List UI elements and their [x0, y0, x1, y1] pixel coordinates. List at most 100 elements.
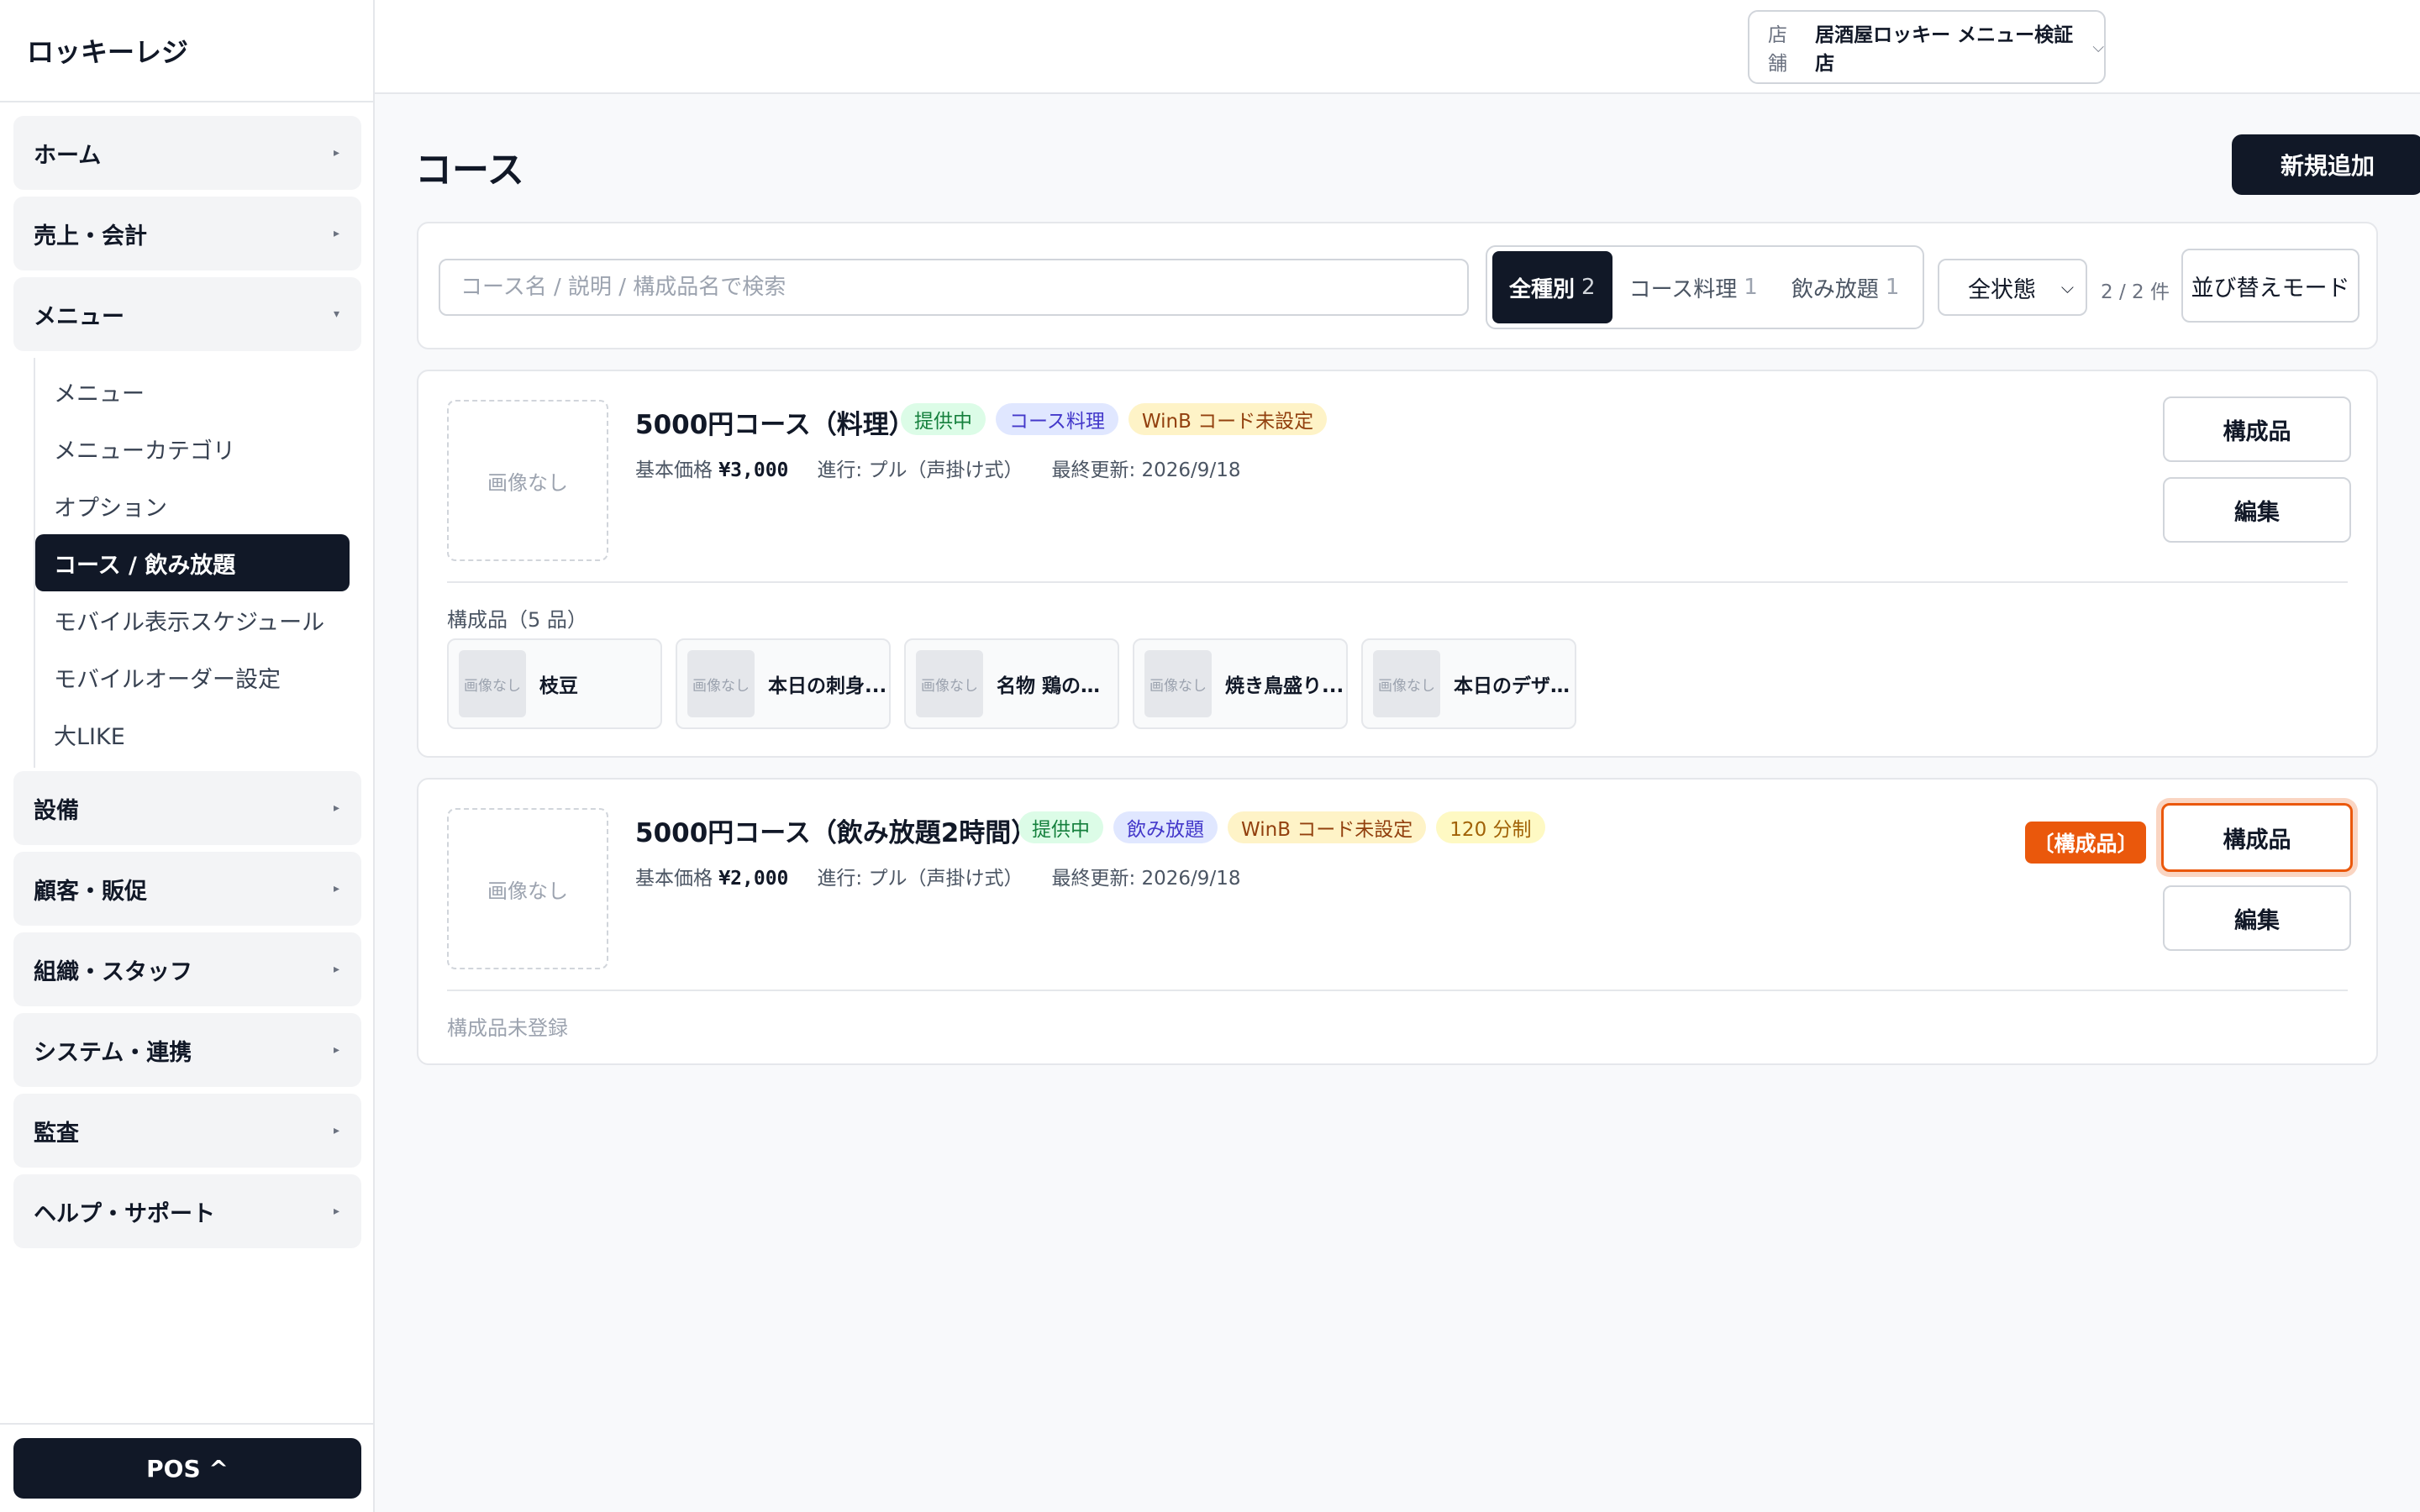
components-tag: 〔構成品〕: [2025, 822, 2146, 864]
sidebar-item-dai-like[interactable]: 大LIKE: [35, 706, 350, 763]
sidebar-group-equipment[interactable]: 設備 ▸: [13, 771, 361, 845]
updated-info: 最終更新: 2026/9/18: [1051, 868, 1241, 890]
pos-button[interactable]: POS ^: [13, 1438, 361, 1499]
chevron-right-icon: ▸: [333, 146, 339, 160]
sidebar-group-label: 売上・会計: [34, 223, 147, 249]
search-input[interactable]: [439, 259, 1469, 316]
result-count: 2 / 2 件: [2101, 281, 2170, 303]
course-image-placeholder: 画像なし: [447, 808, 608, 969]
price-label: 基本価格: [635, 868, 713, 890]
sidebar-submenu-menu: メニュー メニューカテゴリ オプション コース / 飲み放題 モバイル表示スケジ…: [34, 358, 361, 768]
course-card: 画像なし 5000円コース（飲み放題2時間） 提供中 飲み放題 WinB コード…: [417, 778, 2378, 1065]
segment-course-meal[interactable]: コース料理 1: [1612, 251, 1775, 323]
sidebar-group-label: メニュー: [34, 303, 124, 330]
components-button[interactable]: 構成品: [2163, 396, 2351, 462]
store-selector[interactable]: 店舗 居酒屋ロッキー メニュー検証店 ⌵: [1748, 10, 2106, 84]
edit-button[interactable]: 編集: [2163, 477, 2351, 543]
sidebar-group-home[interactable]: ホーム ▸: [13, 116, 361, 190]
sidebar-group-label: ホーム: [34, 142, 102, 169]
progress-info: 進行: プル（声掛け式）: [817, 459, 1023, 481]
type-badge: 飲み放題: [1113, 811, 1218, 843]
component-chip: 画像なし 本日の刺身...: [676, 638, 891, 729]
add-new-button[interactable]: 新規追加: [2232, 134, 2420, 195]
top-bar: 店舗 居酒屋ロッキー メニュー検証店 ⌵: [375, 0, 2420, 94]
app-brand: ロッキーレジ: [0, 0, 373, 102]
sidebar-group-system[interactable]: システム・連携 ▸: [13, 1013, 361, 1087]
component-image-placeholder: 画像なし: [1373, 650, 1440, 717]
page-title: コース: [415, 149, 524, 192]
sidebar-group-menu[interactable]: メニュー ▾: [13, 277, 361, 351]
chevron-right-icon: ▸: [333, 1043, 339, 1057]
segment-label: 全種別: [1509, 276, 1576, 302]
sidebar-group-organization[interactable]: 組織・スタッフ ▸: [13, 932, 361, 1006]
sidebar-footer: POS ^: [0, 1423, 373, 1512]
sidebar: ロッキーレジ ホーム ▸ 売上・会計 ▸ メニュー ▾ メニュー メニューカテゴ…: [0, 0, 375, 1512]
no-components-text: 構成品未登録: [447, 1016, 568, 1040]
component-name: 焼き鳥盛り...: [1225, 675, 1344, 697]
components-list: 画像なし 枝豆 画像なし 本日の刺身... 画像なし 名物 鶏の唐... 画像な…: [447, 638, 1576, 729]
sidebar-nav: ホーム ▸ 売上・会計 ▸ メニュー ▾ メニュー メニューカテゴリ オプション…: [13, 116, 361, 1255]
sort-mode-button[interactable]: 並び替えモード: [2181, 249, 2360, 323]
edit-button[interactable]: 編集: [2163, 885, 2351, 951]
component-image-placeholder: 画像なし: [459, 650, 526, 717]
filter-bar: 全種別 2 コース料理 1 飲み放題 1 全状態 ⌵ 2 / 2 件 並び替えモ…: [417, 222, 2378, 349]
status-badge: 提供中: [1018, 811, 1103, 843]
sidebar-group-label: 顧客・販促: [34, 878, 147, 905]
component-image-placeholder: 画像なし: [1144, 650, 1212, 717]
sidebar-group-help[interactable]: ヘルプ・サポート ▸: [13, 1174, 361, 1248]
segment-count: 1: [1885, 275, 1900, 300]
sidebar-item-mobile-order-settings[interactable]: モバイルオーダー設定: [35, 648, 350, 706]
course-image-placeholder: 画像なし: [447, 400, 608, 561]
sidebar-group-label: 監査: [34, 1120, 79, 1147]
segment-all-types[interactable]: 全種別 2: [1492, 251, 1612, 323]
chevron-down-icon: ⌵: [2092, 38, 2104, 56]
divider: [447, 581, 2348, 583]
course-badges: 提供中 飲み放題 WinB コード未設定 120 分制: [1018, 811, 1545, 843]
components-heading: 構成品（5 品）: [447, 608, 587, 632]
sidebar-item-options[interactable]: オプション: [35, 477, 350, 534]
price-value: ¥3,000: [718, 459, 789, 481]
component-image-placeholder: 画像なし: [916, 650, 983, 717]
sidebar-group-audit[interactable]: 監査 ▸: [13, 1094, 361, 1168]
sidebar-group-label: ヘルプ・サポート: [34, 1200, 215, 1227]
status-select[interactable]: 全状態 ⌵: [1938, 259, 2087, 316]
sidebar-group-customers[interactable]: 顧客・販促 ▸: [13, 852, 361, 926]
price-info: 基本価格 ¥3,000: [635, 454, 788, 482]
segment-count: 2: [1581, 275, 1596, 300]
divider: [447, 990, 2348, 991]
component-chip: 画像なし 名物 鶏の唐...: [904, 638, 1119, 729]
course-meta: 基本価格 ¥3,000 進行: プル（声掛け式） 最終更新: 2026/9/18: [635, 454, 1240, 482]
sidebar-item-menu[interactable]: メニュー: [35, 363, 350, 420]
chevron-down-icon: ▾: [333, 307, 339, 321]
price-label: 基本価格: [635, 459, 713, 481]
winb-badge: WinB コード未設定: [1228, 811, 1427, 843]
chevron-right-icon: ▸: [333, 1124, 339, 1137]
component-chip: 画像なし 本日のデザート: [1361, 638, 1576, 729]
component-name: 名物 鶏の唐...: [997, 675, 1118, 697]
price-value: ¥2,000: [718, 868, 789, 890]
sidebar-group-label: システム・連携: [34, 1039, 192, 1066]
status-select-value: 全状態: [1968, 276, 2036, 303]
segment-count: 1: [1744, 275, 1758, 300]
store-value: 居酒屋ロッキー メニュー検証店: [1815, 24, 2074, 75]
sidebar-item-menu-category[interactable]: メニューカテゴリ: [35, 420, 350, 477]
sidebar-group-label: 組織・スタッフ: [34, 958, 192, 985]
course-title: 5000円コース（飲み放題2時間）: [635, 818, 1038, 848]
course-card: 画像なし 5000円コース（料理） 提供中 コース料理 WinB コード未設定 …: [417, 370, 2378, 758]
status-badge: 提供中: [901, 403, 986, 435]
type-badge: コース料理: [996, 403, 1118, 435]
chevron-down-icon: ⌵: [2060, 277, 2074, 297]
sidebar-group-sales[interactable]: 売上・会計 ▸: [13, 197, 361, 270]
chevron-right-icon: ▸: [333, 1205, 339, 1218]
sidebar-item-course-drinks[interactable]: コース / 飲み放題: [35, 534, 350, 591]
component-chip: 画像なし 焼き鳥盛り...: [1133, 638, 1348, 729]
component-name: 枝豆: [539, 675, 578, 697]
course-title: 5000円コース（料理）: [635, 410, 915, 440]
sidebar-item-mobile-schedule[interactable]: モバイル表示スケジュール: [35, 591, 350, 648]
progress-info: 進行: プル（声掛け式）: [817, 868, 1023, 890]
segment-label: コース料理: [1628, 276, 1738, 302]
chevron-right-icon: ▸: [333, 963, 339, 976]
winb-badge: WinB コード未設定: [1128, 403, 1328, 435]
components-button[interactable]: 構成品: [2161, 803, 2353, 872]
segment-all-you-can-drink[interactable]: 飲み放題 1: [1775, 251, 1917, 323]
